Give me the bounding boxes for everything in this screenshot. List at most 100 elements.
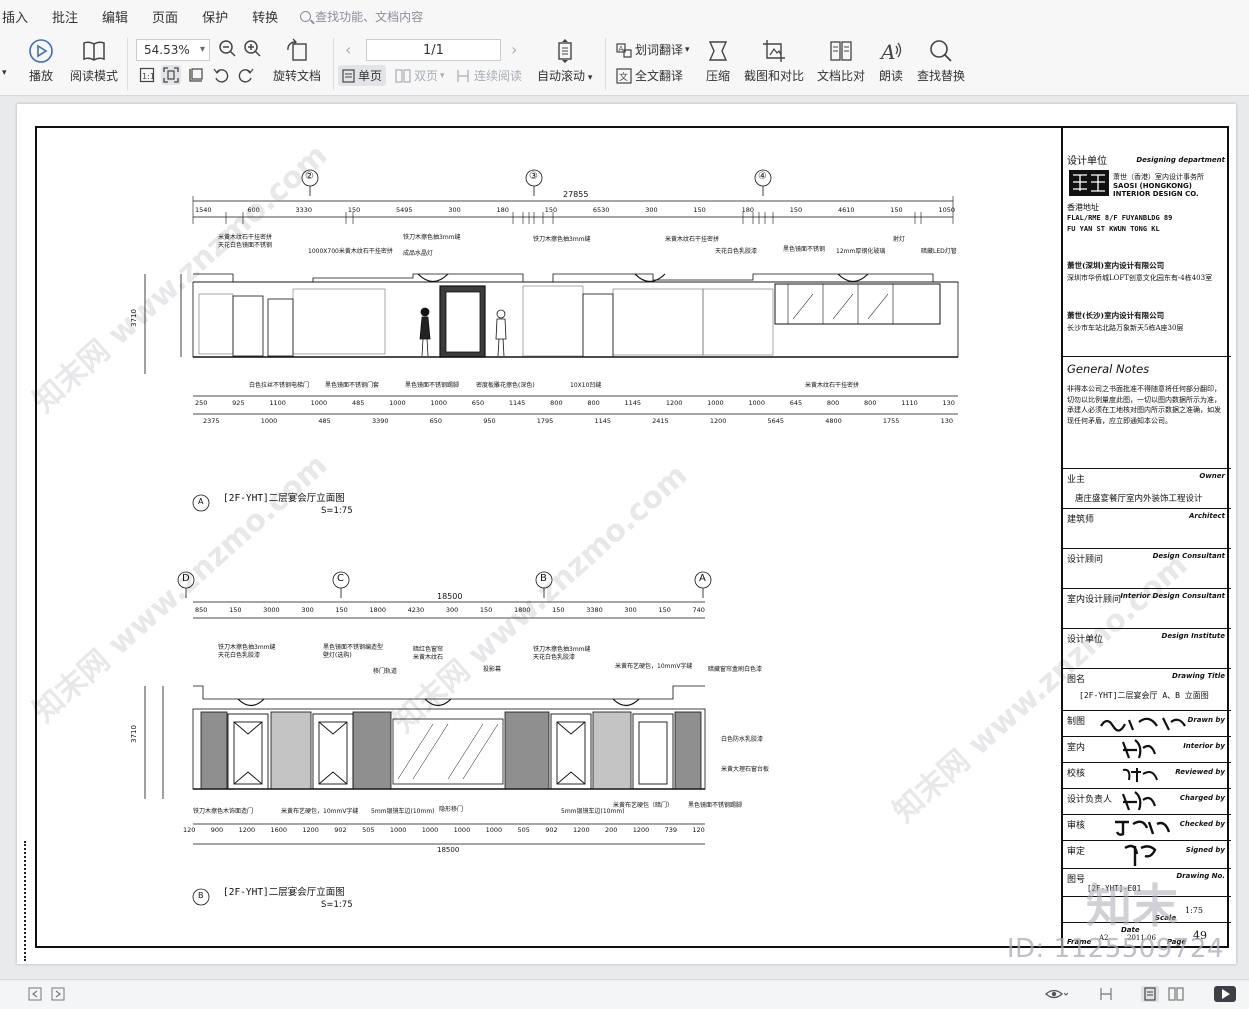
drawn-by-label: 制图 <box>1067 717 1086 727</box>
rotate-document-button[interactable]: 旋转文档 <box>273 37 321 84</box>
arrow-right-icon <box>51 987 65 1001</box>
continuous-read-button[interactable]: 连续阅读 <box>456 67 522 84</box>
chevron-down-icon: ▾ <box>199 44 205 55</box>
project-name: 唐庄盛宴餐厅室内外装饰工程设计 <box>1075 494 1203 504</box>
svg-text:1:1: 1:1 <box>142 72 155 81</box>
auto-scroll-icon <box>551 37 579 65</box>
single-page-view-button[interactable] <box>1141 986 1159 1002</box>
single-page-button[interactable]: 单页 <box>338 65 387 86</box>
expand-right-button[interactable] <box>49 986 67 1002</box>
double-page-label: 双页 <box>414 69 439 83</box>
divider <box>1063 588 1231 589</box>
screenshot-icon <box>760 37 788 65</box>
bottom-elev-dimension-row: 850 150 3000 300 150 1800 4230 300 150 1800 150 338… <box>195 606 705 614</box>
double-page-view-button[interactable] <box>1167 986 1185 1002</box>
owner-label: 业主 <box>1067 475 1086 485</box>
compress-button[interactable]: 压缩 <box>704 37 732 84</box>
continuous-view-button[interactable] <box>1097 986 1115 1002</box>
callout: 米黄木纹石干挂密拼 <box>805 382 860 389</box>
callout: 暗藏窗帘盒刷白色漆 <box>708 666 763 673</box>
fit-page-button[interactable] <box>161 65 181 85</box>
function-search[interactable]: 查找功能、文档内容 <box>300 8 423 25</box>
actual-size-button[interactable]: 1:1 <box>139 67 155 83</box>
callout: 10X10凹缝 <box>570 382 602 389</box>
search-placeholder: 查找功能、文档内容 <box>315 9 424 24</box>
rotate-right-button[interactable] <box>238 67 254 83</box>
owner-en: Owner <box>1199 472 1225 480</box>
prev-page-button[interactable]: ‹ <box>345 40 351 59</box>
callout: 射灯 <box>893 236 906 243</box>
find-replace-button[interactable]: 查找替换 <box>917 37 965 84</box>
callout: 投影幕 <box>483 666 502 673</box>
grid-label: ② <box>305 171 314 182</box>
menu-annotate[interactable]: 批注 <box>40 7 90 26</box>
find-replace-label: 查找替换 <box>917 69 966 83</box>
grid-label: ③ <box>529 171 538 182</box>
auto-scroll-button[interactable]: 自动滚动 ▾ <box>537 37 592 84</box>
firm-name-cn: 萧世（香港）室内设计事务所 <box>1113 173 1204 181</box>
zoom-select[interactable]: 54.53% ▾ <box>136 39 210 61</box>
fit-width-button[interactable] <box>188 67 204 83</box>
read-mode-button[interactable]: 阅读模式 <box>70 37 118 84</box>
design-consultant-label: 设计顾问 <box>1067 555 1104 565</box>
design-unit-en: Designing department <box>1136 156 1225 164</box>
logo-watermark: 知末 <box>1086 879 1178 933</box>
menu-edit[interactable]: 编辑 <box>90 7 140 26</box>
callout: 移门轨道 <box>373 668 398 675</box>
menu-protect[interactable]: 保护 <box>190 7 240 26</box>
arrow-left-icon <box>28 987 42 1001</box>
page-number-input[interactable]: 1/1 <box>366 39 501 61</box>
pdf-page: 知末网 www.znzmo.com 知末网 www.znzmo.com 知末网 … <box>17 104 1236 964</box>
zoom-out-button[interactable] <box>218 39 236 57</box>
double-page-button[interactable]: 双页 ▾ <box>395 67 445 84</box>
eye-protection-button[interactable] <box>1042 986 1070 1002</box>
document-viewport[interactable]: 知末网 www.znzmo.com 知末网 www.znzmo.com 知末网 … <box>0 97 1249 979</box>
grid-label: C <box>337 573 344 584</box>
id-watermark: ID: 1125509724 <box>1006 934 1224 964</box>
doc-compare-label: 文档比对 <box>817 69 866 83</box>
book-icon <box>80 37 108 65</box>
full-translate-button[interactable]: 文 全文翻译 <box>616 67 683 84</box>
word-translate-button[interactable]: A 划词翻译 ▾ <box>616 41 690 58</box>
read-aloud-button[interactable]: A 朗读 <box>877 37 905 84</box>
play-icon <box>27 37 55 65</box>
doc-compare-button[interactable]: 文档比对 <box>817 37 865 84</box>
next-page-button[interactable]: › <box>511 40 517 59</box>
svg-text:文: 文 <box>619 71 628 83</box>
signature <box>1115 820 1171 836</box>
charged-by-label: 设计负责人 <box>1067 795 1113 805</box>
drawing-no-label: 图号 <box>1067 875 1086 885</box>
double-page-icon <box>395 68 411 83</box>
divider <box>1063 762 1231 763</box>
reviewed-by-label: 校核 <box>1067 769 1086 779</box>
callout: 隐形移门 <box>439 806 464 813</box>
divider <box>1063 814 1231 815</box>
continuous-read-label: 连续阅读 <box>474 69 523 83</box>
callout: 天花白色乳胶漆 <box>715 248 758 255</box>
menu-page[interactable]: 页面 <box>140 7 190 26</box>
design-consultant-en: Design Consultant <box>1152 552 1225 560</box>
rotate-left-button[interactable] <box>213 67 229 83</box>
rotate-left-icon <box>213 68 229 83</box>
callout: 1000X700米黄木纹石干挂密拼 <box>308 248 393 255</box>
collapse-left-button[interactable] <box>26 986 44 1002</box>
zoom-in-button[interactable] <box>243 39 261 57</box>
bottom-dimension-row-2: 2375 1000 485 3390 650 950 1795 1145 2415 1200 564… <box>203 417 953 425</box>
interior-consultant-label: 室内设计顾问 <box>1067 595 1122 605</box>
scale-value: 1:75 <box>1185 906 1203 915</box>
divider <box>1063 468 1231 469</box>
menu-convert[interactable]: 转换 <box>240 7 290 26</box>
chevron-down-icon[interactable]: ▾ <box>2 68 7 78</box>
word-translate-label: 划词翻译 <box>635 43 684 57</box>
hk-address-line-2: FU YAN ST KWUN TONG KL <box>1067 225 1160 233</box>
presentation-play-button[interactable] <box>1214 986 1236 1002</box>
hk-address-line-1: FLAL/RME 8/F FUYANBLDG 89 <box>1067 214 1173 222</box>
fit-page-icon <box>163 67 179 83</box>
continuous-view-icon <box>1100 988 1112 1000</box>
screenshot-compare-button[interactable]: 截图和对比 <box>744 37 804 84</box>
play-button[interactable]: 播放 <box>27 37 55 84</box>
double-page-icon <box>1168 987 1184 1001</box>
menu-insert[interactable]: 插入 <box>0 7 40 26</box>
grid-label: D <box>182 573 190 584</box>
continuous-read-icon <box>457 69 469 82</box>
